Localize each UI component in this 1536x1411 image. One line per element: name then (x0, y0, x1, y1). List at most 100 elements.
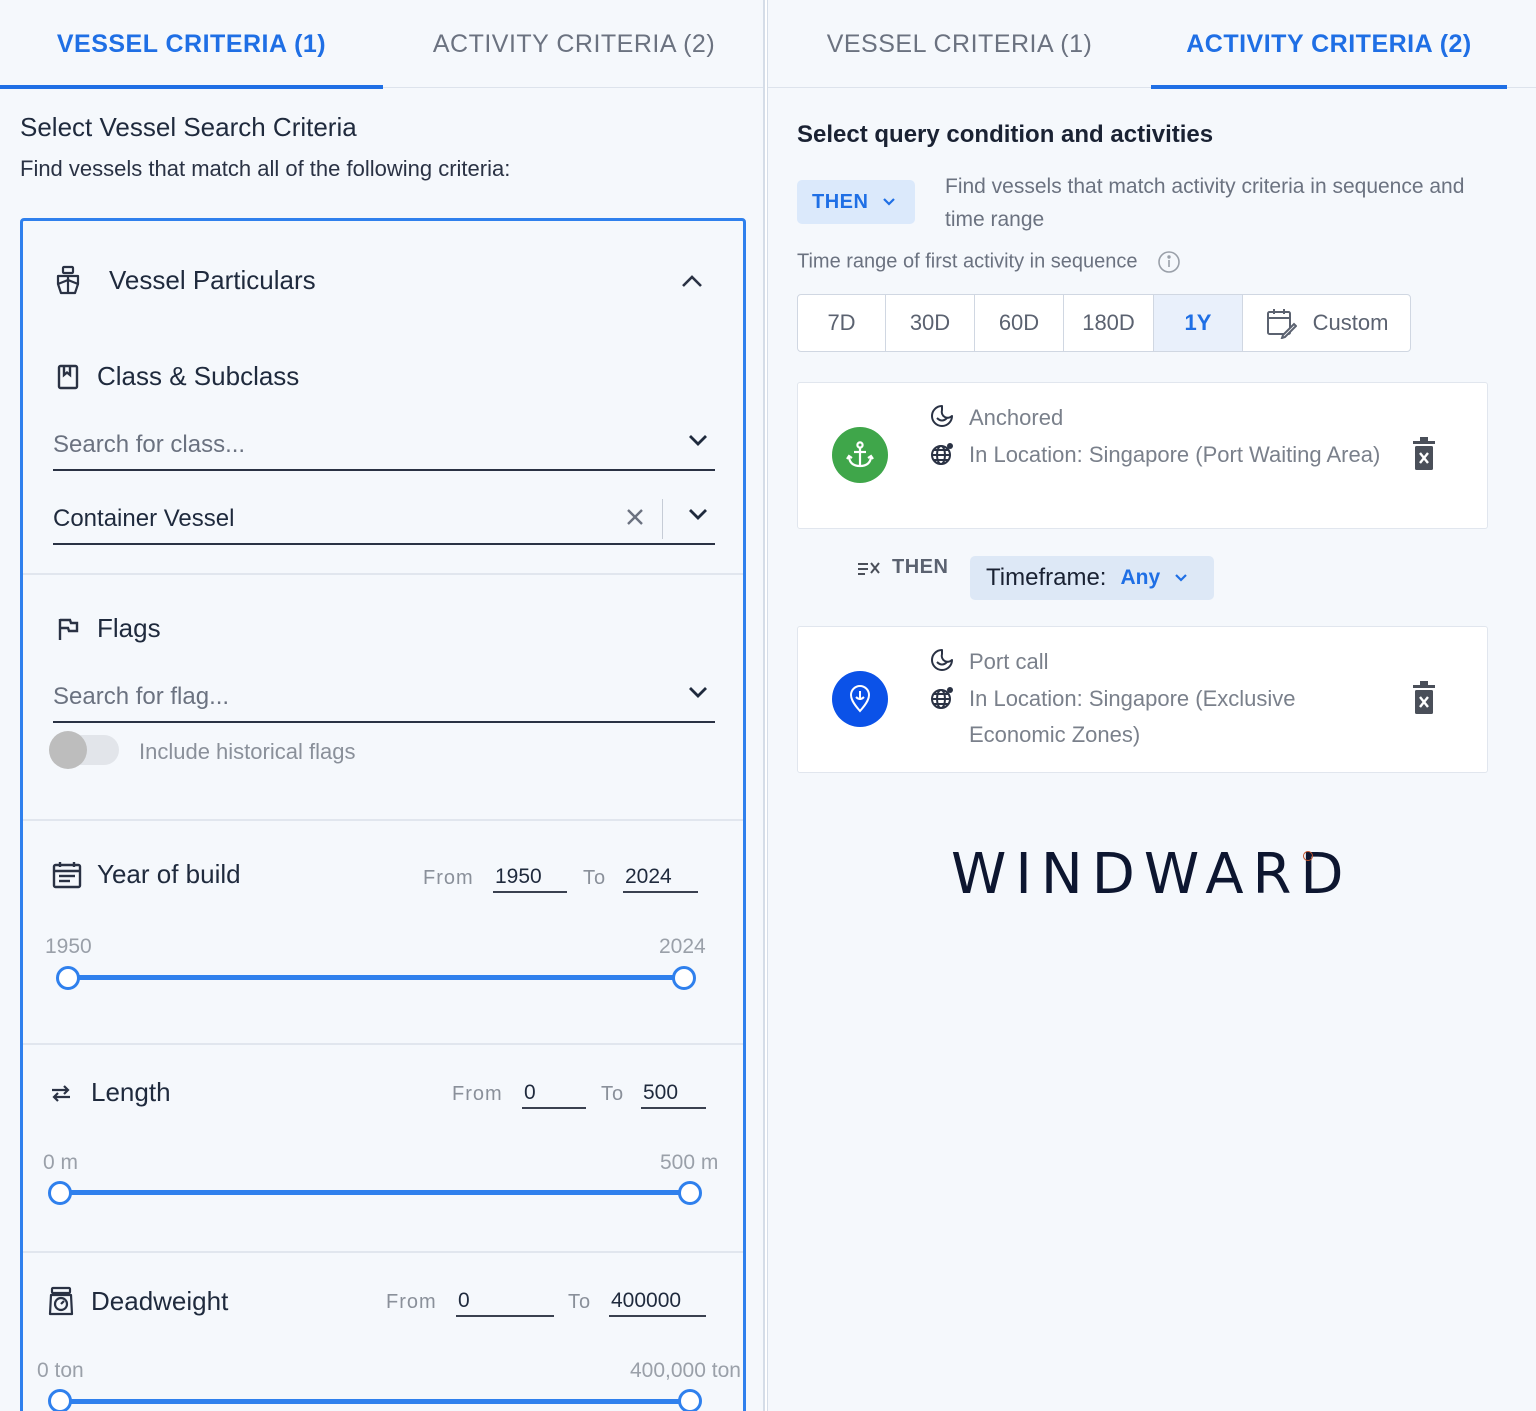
year-to-input[interactable]: 2024 (623, 859, 698, 893)
year-from-label: From (423, 867, 474, 889)
sequence-connector: THEN (856, 556, 948, 579)
time-range-60d[interactable]: 60D (975, 295, 1064, 351)
length-slider-track[interactable] (61, 1190, 691, 1195)
chevron-up-icon[interactable] (680, 273, 704, 289)
time-range-30d[interactable]: 30D (886, 295, 975, 351)
flag-search-select[interactable]: Search for flag... (53, 673, 715, 723)
class-search-select[interactable]: Search for class... (53, 421, 715, 471)
activity-card-port-call[interactable]: Port call In Location: Singapore (Exclus… (797, 626, 1488, 773)
connector-label: THEN (892, 556, 949, 578)
time-range-1y[interactable]: 1Y (1154, 295, 1243, 351)
class-subclass-header: Class & Subclass (55, 361, 299, 392)
year-of-build-header: Year of build (51, 859, 241, 890)
vessel-criteria-card: Vessel Particulars Class & Subclass Sear… (20, 218, 746, 1411)
anchor-icon (832, 427, 888, 483)
page-title: Select Vessel Search Criteria (20, 112, 357, 142)
deadweight-slider-track[interactable] (61, 1399, 691, 1404)
select-separator (662, 499, 663, 539)
section-divider (23, 1043, 743, 1045)
deadweight-label: Deadweight (91, 1285, 229, 1316)
section-title: Select query condition and activities (797, 121, 1214, 148)
length-slider-max-handle[interactable] (678, 1181, 702, 1205)
length-from-label: From (452, 1083, 503, 1105)
deadweight-to-label: To (568, 1291, 592, 1313)
vessel-criteria-panel: VESSEL CRITERIA (1) ACTIVITY CRITERIA (2… (0, 0, 765, 1411)
deadweight-from-label: From (386, 1291, 437, 1313)
deadweight-min-label: 0 ton (37, 1359, 84, 1382)
calendar-icon (51, 860, 83, 890)
historical-flags-toggle[interactable] (49, 731, 119, 769)
page-subtitle: Find vessels that match all of the follo… (20, 156, 511, 181)
length-from-input[interactable]: 0 (522, 1075, 586, 1109)
section-divider (23, 819, 743, 821)
chevron-down-icon[interactable] (687, 507, 709, 521)
close-icon[interactable] (625, 507, 645, 527)
time-range-selector: 7D 30D 60D 180D 1Y Custom (797, 294, 1411, 352)
globe-icon (929, 685, 955, 711)
sequence-icon (856, 558, 882, 578)
condition-description: Find vessels that match activity criteri… (945, 175, 1465, 231)
time-range-label: Time range of first activity in sequence (797, 250, 1181, 274)
year-slider-max-handle[interactable] (672, 966, 696, 990)
length-to-input[interactable]: 500 (641, 1075, 706, 1109)
time-range-180d[interactable]: 180D (1064, 295, 1154, 351)
tab-activity-criteria[interactable]: ACTIVITY CRITERIA (2) (383, 0, 763, 88)
historical-flags-label: Include historical flags (139, 739, 356, 764)
length-slider-min-handle[interactable] (48, 1181, 72, 1205)
location-pin-icon (832, 671, 888, 727)
activity-card-anchored[interactable]: Anchored In Location: Singapore (Port Wa… (797, 382, 1488, 529)
delete-icon[interactable] (1410, 436, 1438, 472)
tab-vessel-criteria[interactable]: VESSEL CRITERIA (1) (768, 0, 1151, 88)
flags-label: Flags (97, 613, 161, 643)
logo-mark (1303, 851, 1313, 861)
deadweight-to-input[interactable]: 400000 (609, 1283, 706, 1317)
tab-vessel-criteria[interactable]: VESSEL CRITERIA (1) (0, 0, 383, 89)
deadweight-slider-max-handle[interactable] (678, 1389, 702, 1411)
chevron-down-icon (882, 197, 896, 207)
time-range-7d[interactable]: 7D (798, 295, 886, 351)
delete-icon[interactable] (1410, 680, 1438, 716)
class-search-placeholder: Search for class... (53, 431, 246, 458)
flag-search-placeholder: Search for flag... (53, 683, 230, 710)
condition-dropdown[interactable]: THEN (797, 180, 915, 224)
globe-icon (929, 441, 955, 467)
length-label: Length (91, 1077, 171, 1107)
flag-icon (55, 614, 81, 644)
length-min-label: 0 m (43, 1151, 79, 1174)
deadweight-from-input[interactable]: 0 (456, 1283, 554, 1317)
tab-activity-criteria[interactable]: ACTIVITY CRITERIA (2) (1151, 0, 1507, 89)
length-header: Length (47, 1077, 171, 1108)
year-max-label: 2024 (659, 935, 706, 958)
class-subclass-label: Class & Subclass (97, 361, 300, 391)
activity-location: In Location: Singapore (Port Waiting Are… (969, 442, 1381, 467)
year-to-label: To (583, 867, 607, 889)
section-divider (23, 1251, 743, 1253)
timeframe-label: Timeframe: (986, 564, 1107, 591)
timeframe-dropdown[interactable]: Timeframe: Any (970, 556, 1214, 600)
activity-type-icon (929, 403, 955, 429)
arrows-horizontal-icon (47, 1081, 75, 1105)
activity-name: Anchored (969, 405, 1064, 430)
tab-bar: VESSEL CRITERIA (1) ACTIVITY CRITERIA (2… (0, 0, 763, 89)
timeframe-value: Any (1120, 566, 1161, 589)
year-from-input[interactable]: 1950 (493, 859, 567, 893)
chevron-down-icon[interactable] (687, 433, 709, 447)
deadweight-slider-min-handle[interactable] (48, 1389, 72, 1411)
chevron-down-icon[interactable] (687, 685, 709, 699)
vessel-particulars-header[interactable]: Vessel Particulars (51, 263, 316, 297)
year-of-build-label: Year of build (97, 859, 241, 889)
ship-icon (51, 263, 85, 297)
calendar-edit-icon (1265, 307, 1297, 339)
activity-type-icon (929, 647, 955, 673)
year-slider-min-handle[interactable] (56, 966, 80, 990)
activity-name: Port call (969, 649, 1049, 674)
class-selected-select[interactable]: Container Vessel (53, 495, 715, 545)
length-to-label: To (601, 1083, 625, 1105)
time-range-custom[interactable]: Custom (1243, 295, 1410, 351)
info-icon[interactable] (1157, 250, 1181, 274)
class-selected-value: Container Vessel (53, 505, 235, 532)
deadweight-header: Deadweight (47, 1285, 228, 1317)
activity-location: In Location: Singapore (Exclusive Econom… (969, 686, 1296, 747)
year-min-label: 1950 (45, 935, 92, 958)
year-slider-track[interactable] (69, 975, 685, 980)
